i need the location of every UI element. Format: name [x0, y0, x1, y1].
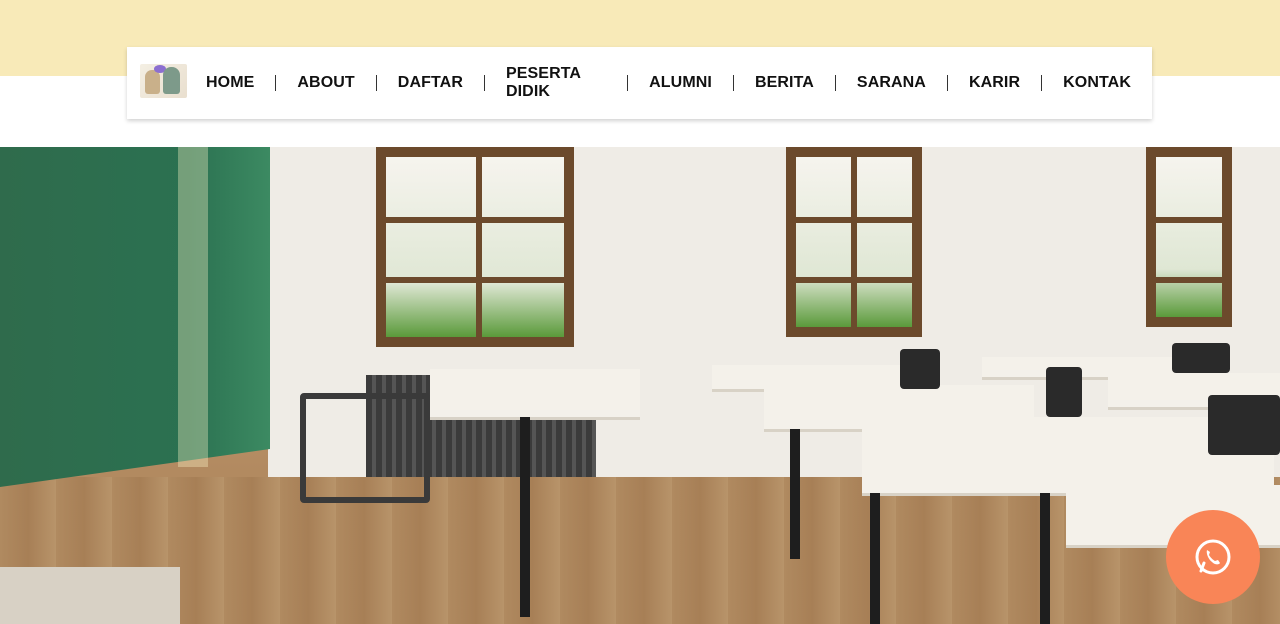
nav-about[interactable]: ABOUT — [276, 74, 375, 92]
chalkboard — [0, 147, 270, 488]
brick-wall — [0, 567, 180, 624]
nav-sarana[interactable]: SARANA — [836, 74, 947, 92]
logo-figure-right — [163, 67, 180, 94]
chair — [900, 349, 940, 389]
chair — [1046, 367, 1082, 417]
nav-daftar[interactable]: DAFTAR — [377, 74, 484, 92]
hero-classroom-image — [0, 147, 1280, 624]
nav-alumni[interactable]: ALUMNI — [628, 74, 733, 92]
nav-karir[interactable]: KARIR — [948, 74, 1041, 92]
desk — [430, 369, 640, 417]
classroom-window — [786, 147, 922, 337]
classroom-window — [1146, 147, 1232, 327]
nav-berita[interactable]: BERITA — [734, 74, 835, 92]
board-light — [178, 147, 208, 467]
logo-figure-left — [145, 70, 160, 94]
chair — [300, 393, 430, 503]
chair — [1208, 395, 1280, 455]
school-logo[interactable] — [140, 64, 187, 98]
nav-peserta-didik[interactable]: PESERTA DIDIK — [485, 65, 627, 101]
classroom-window — [376, 147, 574, 347]
nav-menu: HOME ABOUT DAFTAR PESERTA DIDIK ALUMNI B… — [185, 47, 1152, 119]
whatsapp-icon — [1195, 539, 1231, 575]
nav-home[interactable]: HOME — [185, 74, 275, 92]
main-navbar: HOME ABOUT DAFTAR PESERTA DIDIK ALUMNI B… — [127, 47, 1152, 119]
nav-kontak[interactable]: KONTAK — [1042, 74, 1152, 92]
whatsapp-button[interactable] — [1166, 510, 1260, 604]
chair — [1172, 343, 1230, 373]
